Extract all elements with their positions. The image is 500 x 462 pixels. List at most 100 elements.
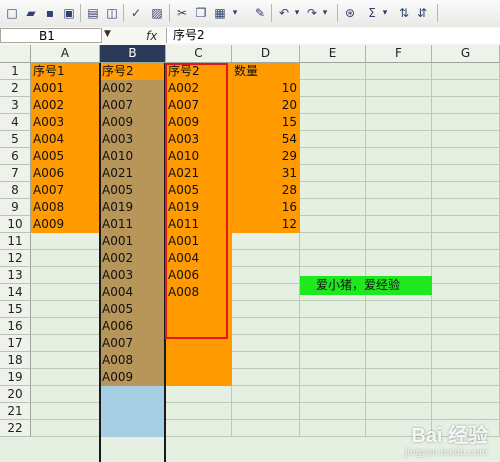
cell-c2[interactable]: A002: [166, 80, 232, 97]
cell-c11[interactable]: A001: [166, 233, 232, 250]
cell-a15[interactable]: [31, 301, 100, 318]
cell-c12[interactable]: A004: [166, 250, 232, 267]
cell-g21[interactable]: [432, 403, 500, 420]
row-header-20[interactable]: 20: [0, 386, 31, 403]
print-icon[interactable]: ▤: [84, 4, 102, 22]
cell-d19[interactable]: [232, 369, 300, 386]
cell-a17[interactable]: [31, 335, 100, 352]
cell-b11[interactable]: A001: [100, 233, 166, 250]
cell-a7[interactable]: A006: [31, 165, 100, 182]
cell-b14[interactable]: A004: [100, 284, 166, 301]
cell-c13[interactable]: A006: [166, 267, 232, 284]
autosum-icon[interactable]: Σ: [363, 4, 381, 22]
cell-e10[interactable]: [300, 216, 366, 233]
cell-d4[interactable]: 15: [232, 114, 300, 131]
autosum-dropdown-icon[interactable]: ▾: [380, 4, 390, 22]
cell-e7[interactable]: [300, 165, 366, 182]
cell-a16[interactable]: [31, 318, 100, 335]
worksheet-grid[interactable]: A B C D E F G 1 2 3 4 5 6 7 8 9 10 11 12 13 14 15 16 17 18 19 20 21…: [0, 45, 500, 462]
cell-e19[interactable]: [300, 369, 366, 386]
row-header-9[interactable]: 9: [0, 199, 31, 216]
cell-b10[interactable]: A011: [100, 216, 166, 233]
cell-a20[interactable]: [31, 386, 100, 403]
cell-d15[interactable]: [232, 301, 300, 318]
row-header-11[interactable]: 11: [0, 233, 31, 250]
cell-a22[interactable]: [31, 420, 100, 437]
cell-f8[interactable]: [366, 182, 432, 199]
cell-g9[interactable]: [432, 199, 500, 216]
row-header-22[interactable]: 22: [0, 420, 31, 437]
cell-b12[interactable]: A002: [100, 250, 166, 267]
cell-f7[interactable]: [366, 165, 432, 182]
cell-e15[interactable]: [300, 301, 366, 318]
cell-g14[interactable]: [432, 284, 500, 301]
cell-d7[interactable]: 31: [232, 165, 300, 182]
cell-d11[interactable]: [232, 233, 300, 250]
cell-d12[interactable]: [232, 250, 300, 267]
column-header-b[interactable]: B: [100, 45, 166, 63]
row-header-1[interactable]: 1: [0, 63, 31, 80]
cell-g10[interactable]: [432, 216, 500, 233]
cell-a2[interactable]: A001: [31, 80, 100, 97]
column-header-c[interactable]: C: [166, 45, 232, 63]
cell-a14[interactable]: [31, 284, 100, 301]
cell-c6[interactable]: A010: [166, 148, 232, 165]
row-header-16[interactable]: 16: [0, 318, 31, 335]
cell-c9[interactable]: A019: [166, 199, 232, 216]
cell-b7[interactable]: A021: [100, 165, 166, 182]
cell-d14[interactable]: [232, 284, 300, 301]
cell-b18[interactable]: A008: [100, 352, 166, 369]
row-header-6[interactable]: 6: [0, 148, 31, 165]
row-header-14[interactable]: 14: [0, 284, 31, 301]
cell-d17[interactable]: [232, 335, 300, 352]
cell-g4[interactable]: [432, 114, 500, 131]
cell-d1[interactable]: 数量: [232, 63, 300, 80]
cell-a21[interactable]: [31, 403, 100, 420]
green-note-cell[interactable]: 爱小猪，爱经验: [300, 276, 432, 295]
row-header-8[interactable]: 8: [0, 182, 31, 199]
cell-b8[interactable]: A005: [100, 182, 166, 199]
cell-g17[interactable]: [432, 335, 500, 352]
copy-icon[interactable]: ❐: [192, 4, 210, 22]
cell-d8[interactable]: 28: [232, 182, 300, 199]
cell-d21[interactable]: [232, 403, 300, 420]
row-header-10[interactable]: 10: [0, 216, 31, 233]
name-box-dropdown-icon[interactable]: ▼: [104, 29, 111, 39]
cell-e9[interactable]: [300, 199, 366, 216]
cell-e11[interactable]: [300, 233, 366, 250]
cell-c14[interactable]: A008: [166, 284, 232, 301]
cell-d22[interactable]: [232, 420, 300, 437]
cell-c15[interactable]: [166, 301, 232, 318]
cell-c1[interactable]: 序号2: [166, 63, 232, 80]
row-header-15[interactable]: 15: [0, 301, 31, 318]
cell-g15[interactable]: [432, 301, 500, 318]
cell-f16[interactable]: [366, 318, 432, 335]
cell-f4[interactable]: [366, 114, 432, 131]
row-header-21[interactable]: 21: [0, 403, 31, 420]
cell-f10[interactable]: [366, 216, 432, 233]
cell-a4[interactable]: A003: [31, 114, 100, 131]
cell-g12[interactable]: [432, 250, 500, 267]
cut-icon[interactable]: ✂: [173, 4, 191, 22]
save-icon[interactable]: ▪: [41, 4, 59, 22]
cell-f21[interactable]: [366, 403, 432, 420]
select-all-corner[interactable]: [0, 45, 31, 63]
paste-dropdown-icon[interactable]: ▾: [230, 4, 240, 22]
cell-c20[interactable]: [166, 386, 232, 403]
cell-b22[interactable]: [100, 420, 166, 437]
cell-a9[interactable]: A008: [31, 199, 100, 216]
row-header-3[interactable]: 3: [0, 97, 31, 114]
cell-c5[interactable]: A003: [166, 131, 232, 148]
cell-e6[interactable]: [300, 148, 366, 165]
cell-g1[interactable]: [432, 63, 500, 80]
cell-g7[interactable]: [432, 165, 500, 182]
cell-g18[interactable]: [432, 352, 500, 369]
column-header-f[interactable]: F: [366, 45, 432, 63]
cell-d9[interactable]: 16: [232, 199, 300, 216]
cell-c8[interactable]: A005: [166, 182, 232, 199]
undo-icon[interactable]: ↶: [275, 4, 293, 22]
cell-g20[interactable]: [432, 386, 500, 403]
cell-d2[interactable]: 10: [232, 80, 300, 97]
row-header-2[interactable]: 2: [0, 80, 31, 97]
cell-b6[interactable]: A010: [100, 148, 166, 165]
